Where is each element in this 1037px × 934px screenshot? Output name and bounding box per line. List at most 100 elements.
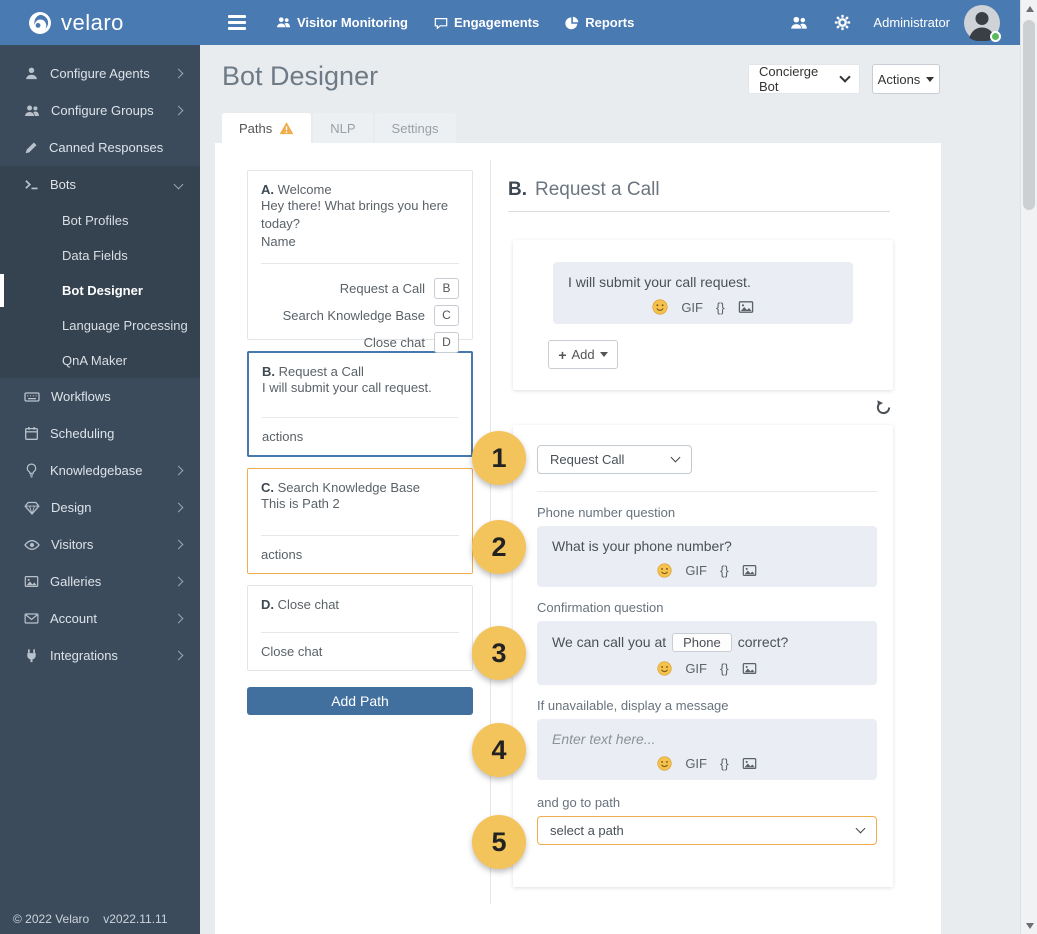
main-content: Bot Designer Concierge Bot Actions Paths…: [200, 45, 1020, 934]
link-label: Request a Call: [339, 280, 425, 296]
sidebar-item-workflows[interactable]: Workflows: [0, 378, 200, 415]
sidebar-item-galleries[interactable]: Galleries: [0, 563, 200, 600]
pie-chart-icon: [565, 16, 579, 30]
path-card-b-selected[interactable]: B. Request a Call I will submit your cal…: [247, 351, 473, 457]
chevron-right-icon: [173, 613, 184, 624]
nav-visitor-monitoring[interactable]: Visitor Monitoring: [276, 15, 408, 30]
gif-button[interactable]: GIF: [681, 300, 703, 315]
velaro-logo-icon: [29, 11, 51, 34]
sidebar-item-knowledgebase[interactable]: Knowledgebase: [0, 452, 200, 489]
sidebar-item-configure-agents[interactable]: Configure Agents: [0, 55, 200, 92]
path-card-d[interactable]: D. Close chat Close chat: [247, 585, 473, 671]
sidebar-item-scheduling[interactable]: Scheduling: [0, 415, 200, 452]
sidebar-item-integrations[interactable]: Integrations: [0, 637, 200, 674]
hamburger-menu-icon[interactable]: [222, 9, 252, 36]
sidebar: Configure Agents Configure Groups Canned…: [0, 45, 200, 934]
emoji-icon[interactable]: [657, 661, 672, 676]
emoji-icon[interactable]: [652, 299, 668, 315]
go-to-path-select[interactable]: select a path: [537, 816, 877, 845]
path-letter: B.: [262, 364, 275, 379]
path-body: This is Path 2: [261, 496, 340, 511]
tab-paths[interactable]: Paths: [222, 113, 312, 143]
sidebar-item-label: Scheduling: [50, 426, 115, 441]
image-icon[interactable]: [738, 299, 754, 315]
image-icon[interactable]: [742, 756, 757, 771]
emoji-icon[interactable]: [657, 756, 672, 771]
sidebar-item-design[interactable]: Design: [0, 489, 200, 526]
path-letter: D.: [261, 597, 274, 612]
step-marker-1: 1: [472, 431, 526, 485]
message-editor[interactable]: I will submit your call request. GIF {}: [553, 262, 853, 324]
unavailable-message-editor[interactable]: Enter text here... GIF {}: [537, 719, 877, 780]
sidebar-item-label: Knowledgebase: [50, 463, 143, 478]
sidebar-item-bots[interactable]: Bots: [0, 166, 200, 203]
sidebar-item-data-fields[interactable]: Data Fields: [0, 238, 200, 273]
sidebar-footer: © 2022 Velaro v2022.11.11: [13, 912, 168, 926]
phone-variable-chip[interactable]: Phone: [672, 633, 732, 652]
gif-button[interactable]: GIF: [685, 563, 707, 578]
path-card-a[interactable]: A. Welcome Hey there! What brings you he…: [247, 170, 473, 353]
editor-toolbar: GIF {}: [552, 563, 862, 578]
confirmation-text: correct?: [737, 634, 789, 650]
tab-settings[interactable]: Settings: [374, 113, 456, 143]
go-to-path-value: select a path: [550, 823, 624, 838]
confirmation-question-editor[interactable]: We can call you at Phone correct? GIF {}: [537, 621, 877, 685]
agents-icon[interactable]: [790, 14, 808, 32]
sidebar-item-language-processing[interactable]: Language Processing: [0, 308, 200, 343]
path-badge: D: [434, 331, 459, 353]
sidebar-item-bot-designer[interactable]: Bot Designer: [0, 273, 200, 308]
bot-select[interactable]: Concierge Bot: [748, 64, 860, 94]
sidebar-item-bot-profiles[interactable]: Bot Profiles: [0, 203, 200, 238]
actions-button[interactable]: Actions: [872, 64, 940, 94]
sidebar-item-canned-responses[interactable]: Canned Responses: [0, 129, 200, 166]
phone-question-text: What is your phone number?: [552, 538, 732, 554]
scroll-down-arrow[interactable]: [1021, 917, 1037, 934]
lightbulb-icon: [24, 463, 39, 478]
gif-button[interactable]: GIF: [685, 661, 707, 676]
emoji-icon[interactable]: [657, 563, 672, 578]
unavailable-message-label: If unavailable, display a message: [537, 698, 729, 713]
scrollbar-thumb[interactable]: [1023, 20, 1035, 210]
chevron-right-icon: [173, 502, 184, 513]
action-type-select[interactable]: Request Call: [537, 445, 692, 474]
path-link-request-a-call[interactable]: Request a Call B: [261, 277, 459, 299]
avatar[interactable]: [964, 5, 1001, 42]
variables-button[interactable]: {}: [720, 563, 729, 578]
scroll-up-arrow[interactable]: [1021, 0, 1037, 17]
nav-reports[interactable]: Reports: [565, 15, 634, 30]
image-icon[interactable]: [742, 661, 757, 676]
vertical-scrollbar[interactable]: [1020, 0, 1037, 934]
sidebar-item-label: Integrations: [50, 648, 118, 663]
user-icon: [24, 66, 39, 81]
sidebar-item-configure-groups[interactable]: Configure Groups: [0, 92, 200, 129]
sidebar-item-label: Workflows: [51, 389, 111, 404]
topbar: velaro Visitor Monitoring Engagements Re…: [0, 0, 1020, 45]
sidebar-item-label: Canned Responses: [49, 140, 164, 155]
brand[interactable]: velaro: [0, 10, 200, 36]
message-card: I will submit your call request. GIF {} …: [513, 240, 893, 390]
phone-question-editor[interactable]: What is your phone number? GIF {}: [537, 526, 877, 587]
nav-engagements[interactable]: Engagements: [434, 15, 539, 30]
path-link-search-knowledge-base[interactable]: Search Knowledge Base C: [261, 304, 459, 326]
variables-button[interactable]: {}: [716, 300, 725, 315]
chevron-right-icon: [173, 650, 184, 661]
variables-button[interactable]: {}: [720, 661, 729, 676]
sidebar-item-visitors[interactable]: Visitors: [0, 526, 200, 563]
chevron-right-icon: [173, 539, 184, 550]
path-link-close-chat[interactable]: Close chat D: [261, 331, 459, 353]
path-card-c-warning[interactable]: C. Search Knowledge Base This is Path 2 …: [247, 468, 473, 574]
gif-button[interactable]: GIF: [685, 756, 707, 771]
add-message-button[interactable]: + Add: [548, 340, 618, 369]
eye-icon: [24, 537, 40, 553]
image-icon[interactable]: [742, 563, 757, 578]
settings-gear-icon[interactable]: [834, 14, 851, 31]
variables-button[interactable]: {}: [720, 756, 729, 771]
undo-icon[interactable]: [875, 399, 892, 416]
path-footer: Close chat: [261, 644, 323, 659]
sidebar-item-qna-maker[interactable]: QnA Maker: [0, 343, 200, 378]
add-path-button[interactable]: Add Path: [247, 687, 473, 715]
gem-icon: [24, 500, 40, 516]
tab-nlp[interactable]: NLP: [313, 113, 373, 143]
sidebar-item-label: Design: [51, 500, 92, 515]
sidebar-item-account[interactable]: Account: [0, 600, 200, 637]
